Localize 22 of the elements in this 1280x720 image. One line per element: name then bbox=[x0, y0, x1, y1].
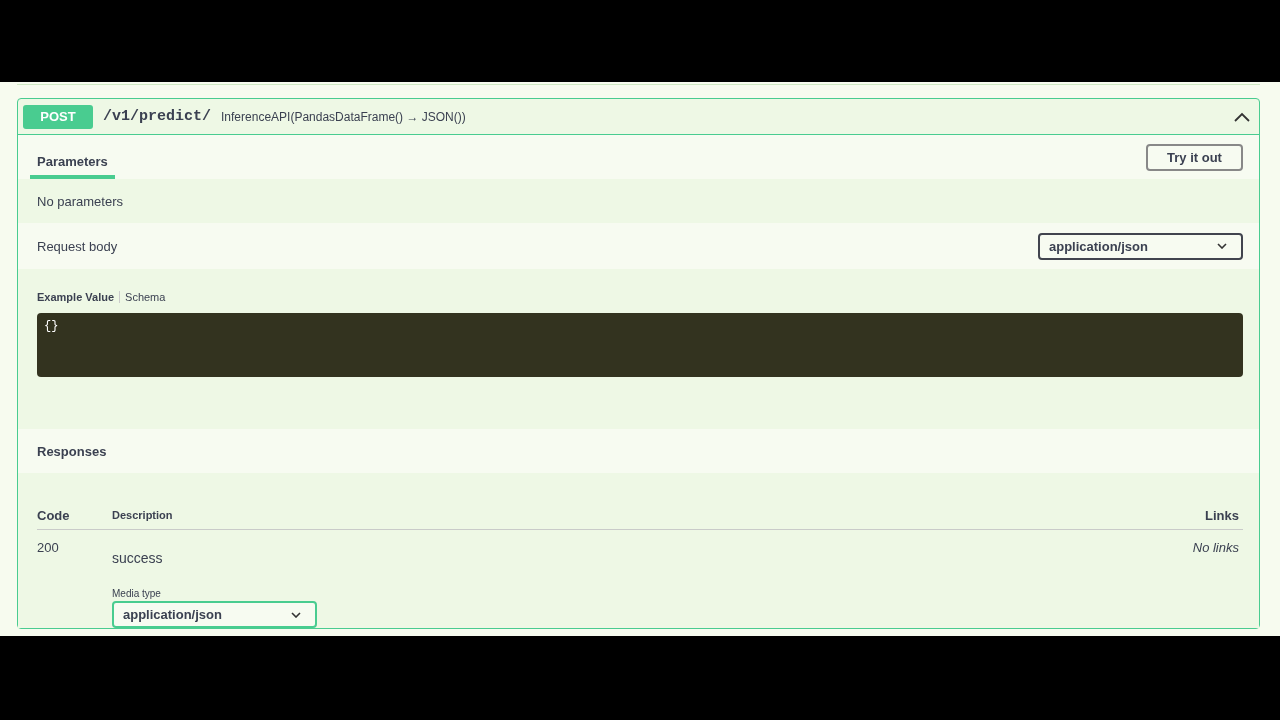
response-description: success bbox=[112, 550, 164, 566]
column-header: Code bbox=[37, 507, 71, 523]
request-body-label: Request body bbox=[37, 238, 118, 254]
method-badge: POST bbox=[23, 104, 93, 129]
links-cell-text: No links bbox=[1191, 540, 1240, 557]
caret-icon bbox=[1217, 243, 1227, 249]
no-parameters-text: No parameters bbox=[37, 193, 123, 209]
example-tab[interactable]: Example Value bbox=[37, 291, 115, 303]
endpoint-summary: InferenceAPI(PandasDataFrame() → JSON()) bbox=[221, 109, 467, 124]
media-type-select[interactable]: application/json bbox=[112, 601, 317, 628]
column-header: Description bbox=[112, 509, 174, 521]
endpoint-path: /v1/predict/ bbox=[103, 108, 212, 125]
chevron-icon[interactable] bbox=[1234, 111, 1250, 122]
column-header: Links bbox=[1204, 507, 1240, 523]
status-code: 200 bbox=[37, 540, 60, 557]
example-tab[interactable]: Schema bbox=[125, 291, 166, 303]
caret-icon bbox=[291, 611, 301, 618]
example-json: {} bbox=[44, 319, 59, 333]
content-type-select[interactable]: application/json bbox=[1038, 232, 1243, 260]
responses-heading: Responses bbox=[37, 443, 107, 459]
try-it-out-button[interactable]: Try it out bbox=[1146, 143, 1243, 171]
media-type-label: Media type bbox=[112, 588, 162, 599]
